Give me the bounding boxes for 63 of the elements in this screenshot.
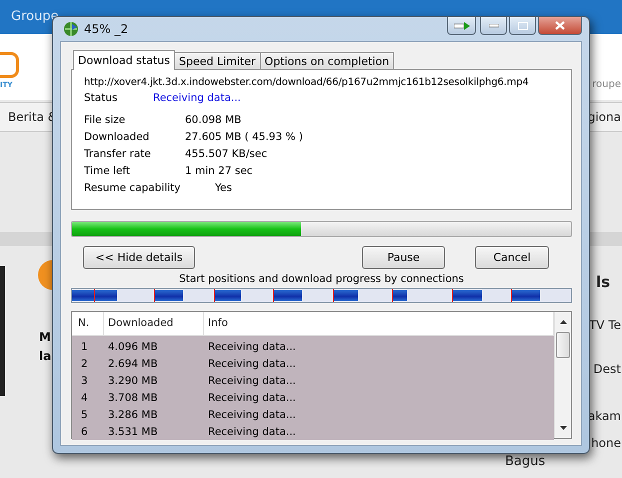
table-cell-text: 3.286 MB [107,408,159,420]
table-cell-text: Receiving data... [207,392,297,404]
table-cell-text: 5 [80,408,89,420]
article-link[interactable]: TV Te [588,318,621,332]
minimize-icon [488,24,498,28]
table-cell-text: 6 [80,426,89,438]
detail-value: 27.605 MB ( 45.93 % ) [185,130,303,142]
cancel-button[interactable]: Cancel [475,246,549,269]
table-cell-text: Receiving data... [207,408,297,420]
table-cell-text: Receiving data... [207,374,297,386]
maximize-button[interactable] [509,17,536,35]
logo-icon [0,52,19,78]
status-label: Status [84,92,118,104]
table-cell-text: 1 [80,340,89,352]
column-header[interactable]: Downloaded [104,312,204,335]
maximize-icon [518,22,528,30]
table-cell-text: 3.531 MB [107,426,159,438]
minimize-button[interactable] [480,17,507,35]
detail-label: Downloaded [84,130,150,142]
arrow-icon [454,22,470,30]
article-heading: M [39,330,51,344]
globe-icon [63,21,79,37]
table-cell-text: 4.096 MB [107,340,159,352]
article-link[interactable]: Bagus [505,454,546,469]
arrow-button[interactable] [447,17,476,35]
pause-button[interactable]: Pause [362,246,445,269]
table-cell-text: Receiving data... [207,340,297,352]
section-heading: ls [596,273,610,291]
tab[interactable]: Options on completion [260,52,394,69]
article-heading: la [39,349,52,363]
detail-label: Resume capability [84,182,182,194]
detail-label: Transfer rate [84,148,152,160]
table-cell-text: 3.708 MB [107,392,159,404]
column-header[interactable]: N. [72,312,104,335]
download-url: http://xover4.jkt.3d.x.indowebster.com/download/66/p167u2mmjc161b12sesolkilphg6.mp4 [84,77,530,88]
detail-value: 1 min 27 sec [185,164,253,176]
scroll-thumb[interactable] [556,332,570,358]
header-text: roupe [592,79,621,90]
status-value: Receiving data... [153,92,241,104]
close-button[interactable] [538,17,582,35]
window-title: 45% _2 [84,22,130,36]
table-cell-text: 4 [80,392,89,404]
tab[interactable]: Download status [73,50,175,70]
table-cell-text: Receiving data... [207,426,297,438]
table-cell-text: 3 [80,374,89,386]
scroll-up-icon [560,320,566,324]
table-cell-text: 2.694 MB [107,358,159,370]
table-cell-text: 2 [80,358,89,370]
article-link[interactable]: Dest [593,362,621,376]
table-cell-text: Receiving data... [207,358,297,370]
hide-details-button[interactable]: << Hide details [83,246,195,269]
detail-label: Time left [84,164,132,176]
scroll-down-icon [560,426,566,430]
site-tab[interactable]: Groupe [11,9,59,24]
connections-caption: Start positions and download progress by connections [178,273,465,285]
detail-value: Yes [215,182,232,194]
article-link[interactable]: hone [591,436,621,450]
detail-value: 60.098 MB [185,114,242,126]
detail-label: File size [84,114,126,126]
tab[interactable]: Speed Limiter [174,52,261,69]
close-icon [555,21,565,30]
detail-value: 455.507 KB/sec [185,148,268,160]
table-cell-text: 3.290 MB [107,374,159,386]
